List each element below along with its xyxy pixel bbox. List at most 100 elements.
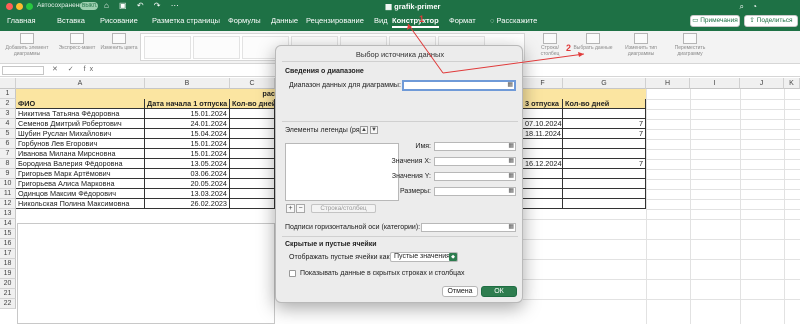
- chart-range-input[interactable]: ▦: [402, 80, 516, 91]
- sheet-title-cell-right[interactable]: [523, 89, 646, 99]
- row-header[interactable]: 2: [0, 99, 16, 109]
- minimize-window-button[interactable]: [16, 3, 23, 10]
- formula-icons[interactable]: ✕ ✓ fx: [52, 65, 97, 73]
- table-cell[interactable]: [230, 129, 275, 139]
- header-days-1[interactable]: Кол-во дней: [230, 99, 275, 109]
- table-cell[interactable]: [230, 119, 275, 129]
- table-cell[interactable]: 07.10.2024: [523, 119, 563, 129]
- select-all-corner[interactable]: [0, 78, 16, 89]
- table-cell[interactable]: Горбунов Лев Егорович: [16, 139, 145, 149]
- show-hidden-checkbox[interactable]: [289, 270, 296, 277]
- row-header[interactable]: 10: [0, 179, 16, 189]
- table-cell[interactable]: 16.12.2024: [523, 159, 563, 169]
- table-cell[interactable]: 15.01.2024: [145, 149, 230, 159]
- row-header[interactable]: 18: [0, 259, 16, 269]
- zoom-window-button[interactable]: [26, 3, 33, 10]
- table-cell[interactable]: Никольская Полина Максимовна: [16, 199, 145, 209]
- table-cell[interactable]: Семенов Дмитрий Робертович: [16, 119, 145, 129]
- row-header[interactable]: 11: [0, 189, 16, 199]
- quick-access-icons[interactable]: ⌂ ▣ ↶ ↷ ⋯: [104, 1, 183, 10]
- table-cell[interactable]: [563, 139, 646, 149]
- header-start-1[interactable]: Дата начала 1 отпуска: [145, 99, 230, 109]
- table-cell[interactable]: 03.06.2024: [145, 169, 230, 179]
- table-cell[interactable]: [523, 169, 563, 179]
- row-header[interactable]: 6: [0, 139, 16, 149]
- series-name-input[interactable]: ▦: [434, 142, 516, 151]
- table-cell[interactable]: [523, 199, 563, 209]
- empty-cells-select[interactable]: Пустые значения ◆: [390, 252, 458, 262]
- legend-series-list[interactable]: [285, 143, 399, 201]
- tab-draw[interactable]: Рисование: [100, 16, 138, 25]
- chart-style-thumb[interactable]: [144, 36, 191, 59]
- remove-series-button[interactable]: −: [296, 204, 305, 213]
- table-cell[interactable]: [523, 189, 563, 199]
- share-button[interactable]: ⇪ Поделиться: [744, 15, 798, 27]
- y-values-input[interactable]: ▦: [434, 172, 516, 181]
- table-cell[interactable]: Григорьев Марк Артёмович: [16, 169, 145, 179]
- cancel-button[interactable]: Отмена: [442, 286, 478, 297]
- row-header[interactable]: 20: [0, 279, 16, 289]
- tab-format[interactable]: Формат: [449, 16, 476, 25]
- move-up-button[interactable]: ▲: [360, 126, 368, 134]
- titlebar-right-icons[interactable]: ⌕ ◔: [739, 2, 760, 12]
- add-series-button[interactable]: +: [286, 204, 295, 213]
- column-header[interactable]: I: [690, 78, 740, 89]
- table-cell[interactable]: [230, 149, 275, 159]
- table-cell[interactable]: [230, 159, 275, 169]
- table-cell[interactable]: 7: [563, 119, 646, 129]
- column-header[interactable]: G: [563, 78, 646, 89]
- row-header[interactable]: 3: [0, 109, 16, 119]
- name-box[interactable]: [2, 66, 44, 75]
- header-start-3[interactable]: 3 отпуска: [523, 99, 563, 109]
- switch-row-column-button[interactable]: Строка/столбец: [311, 204, 376, 213]
- size-picker-icon[interactable]: ▦: [508, 188, 514, 195]
- table-cell[interactable]: [523, 139, 563, 149]
- row-header[interactable]: 16: [0, 239, 16, 249]
- tab-view[interactable]: Вид: [374, 16, 388, 25]
- table-cell[interactable]: [523, 179, 563, 189]
- bubble-size-input[interactable]: ▦: [434, 187, 516, 196]
- table-cell[interactable]: [230, 189, 275, 199]
- table-cell[interactable]: [230, 179, 275, 189]
- table-cell[interactable]: [563, 149, 646, 159]
- column-header[interactable]: C: [230, 78, 275, 89]
- axis-labels-input[interactable]: ▦: [421, 223, 516, 232]
- tab-page-layout[interactable]: Разметка страницы: [152, 16, 220, 25]
- row-header[interactable]: 5: [0, 129, 16, 139]
- comments-button[interactable]: ▭ Примечания: [690, 15, 740, 27]
- tab-home[interactable]: Главная: [7, 16, 36, 25]
- row-header[interactable]: 21: [0, 289, 16, 299]
- table-cell[interactable]: Григорьева Алиса Марковна: [16, 179, 145, 189]
- table-cell[interactable]: [523, 149, 563, 159]
- table-cell[interactable]: 13.03.2024: [145, 189, 230, 199]
- table-cell[interactable]: 24.01.2024: [145, 119, 230, 129]
- x-values-input[interactable]: ▦: [434, 157, 516, 166]
- table-cell[interactable]: Одинцов Максим Фёдорович: [16, 189, 145, 199]
- empty-chart-area[interactable]: [17, 223, 275, 324]
- column-header[interactable]: H: [646, 78, 690, 89]
- table-cell[interactable]: 7: [563, 159, 646, 169]
- change-chart-type-button[interactable]: Изменить тип диаграммы: [618, 33, 664, 57]
- chart-style-thumb[interactable]: [193, 36, 240, 59]
- table-cell[interactable]: [230, 139, 275, 149]
- select-data-button[interactable]: Выбрать данные: [573, 33, 613, 51]
- row-header[interactable]: 7: [0, 149, 16, 159]
- row-header[interactable]: 9: [0, 169, 16, 179]
- axis-picker-icon[interactable]: ▦: [508, 224, 514, 231]
- table-cell[interactable]: 26.02.2023: [145, 199, 230, 209]
- table-cell[interactable]: [523, 109, 563, 119]
- column-header[interactable]: J: [740, 78, 784, 89]
- row-header[interactable]: 12: [0, 199, 16, 209]
- tab-insert[interactable]: Вставка: [57, 16, 85, 25]
- table-cell[interactable]: 18.11.2024: [523, 129, 563, 139]
- change-colors-button[interactable]: Изменить цвета: [94, 33, 144, 51]
- table-cell[interactable]: 20.05.2024: [145, 179, 230, 189]
- add-chart-element-button[interactable]: Добавить элемент диаграммы: [2, 33, 52, 57]
- row-header[interactable]: 14: [0, 219, 16, 229]
- table-cell[interactable]: 15.04.2024: [145, 129, 230, 139]
- ok-button[interactable]: ОК: [481, 286, 517, 297]
- move-down-button[interactable]: ▼: [370, 126, 378, 134]
- table-cell[interactable]: 13.05.2024: [145, 159, 230, 169]
- table-cell[interactable]: [230, 199, 275, 209]
- header-fio[interactable]: ФИО: [16, 99, 145, 109]
